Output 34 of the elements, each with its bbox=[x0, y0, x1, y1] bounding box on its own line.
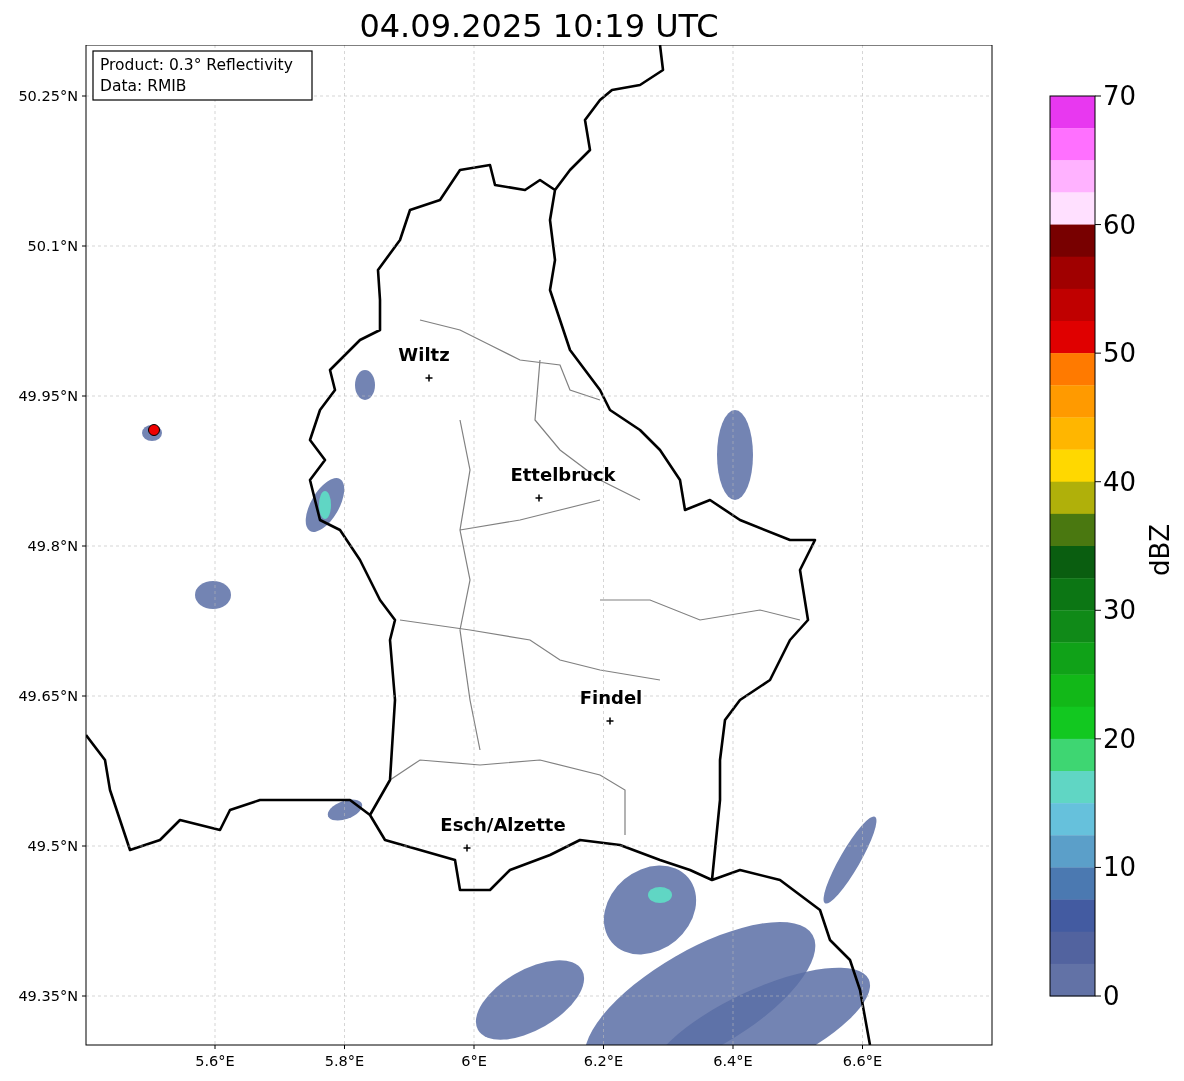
cross-icon bbox=[462, 843, 472, 853]
info-text: Product: 0.3° Reflectivity bbox=[100, 56, 293, 74]
info-text: Data: RMIB bbox=[100, 77, 187, 95]
latitude-label: 49.8°N bbox=[27, 538, 78, 554]
longitude-label: 5.8°E bbox=[324, 1053, 365, 1069]
latitude-label: 49.5°N bbox=[27, 838, 78, 854]
colorbar-tick-label: 20 bbox=[1103, 723, 1137, 754]
colorbar-tick-label: 50 bbox=[1103, 338, 1137, 369]
latitude-label: 50.25°N bbox=[18, 88, 78, 104]
city-label: Esch/Alzette bbox=[440, 814, 566, 835]
colorbar-tick-label: 70 bbox=[1103, 81, 1137, 111]
colorbar-tick-label: 0 bbox=[1103, 981, 1120, 1011]
colorbar-label: dBZ bbox=[1145, 523, 1175, 577]
cross-icon bbox=[424, 373, 434, 383]
latitude-label: 49.95°N bbox=[18, 388, 78, 404]
site-marker-icon bbox=[148, 424, 160, 436]
longitude-label: 5.6°E bbox=[195, 1053, 235, 1069]
cross-icon bbox=[534, 493, 544, 503]
longitude-label: 6°E bbox=[461, 1053, 487, 1069]
longitude-label: 6.4°E bbox=[713, 1053, 753, 1069]
longitude-label: 6.6°E bbox=[842, 1053, 883, 1069]
latitude-label: 49.65°N bbox=[18, 688, 78, 704]
colorbar-tick-label: 30 bbox=[1103, 595, 1137, 626]
colorbar-tick-label: 60 bbox=[1103, 209, 1137, 240]
latitude-label: 49.35°N bbox=[18, 988, 78, 1004]
latitude-label: 50.1°N bbox=[27, 238, 78, 254]
chart-title: 04.09.2025 10:19 UTC bbox=[358, 6, 720, 45]
colorbar-tick-label: 10 bbox=[1103, 852, 1137, 883]
city-label: Findel bbox=[579, 687, 643, 708]
city-label: Wiltz bbox=[398, 344, 450, 365]
city-label: Ettelbruck bbox=[510, 464, 616, 485]
cross-icon bbox=[605, 716, 615, 726]
colorbar-tick-label: 40 bbox=[1103, 466, 1137, 497]
longitude-label: 6.2°E bbox=[583, 1053, 624, 1069]
